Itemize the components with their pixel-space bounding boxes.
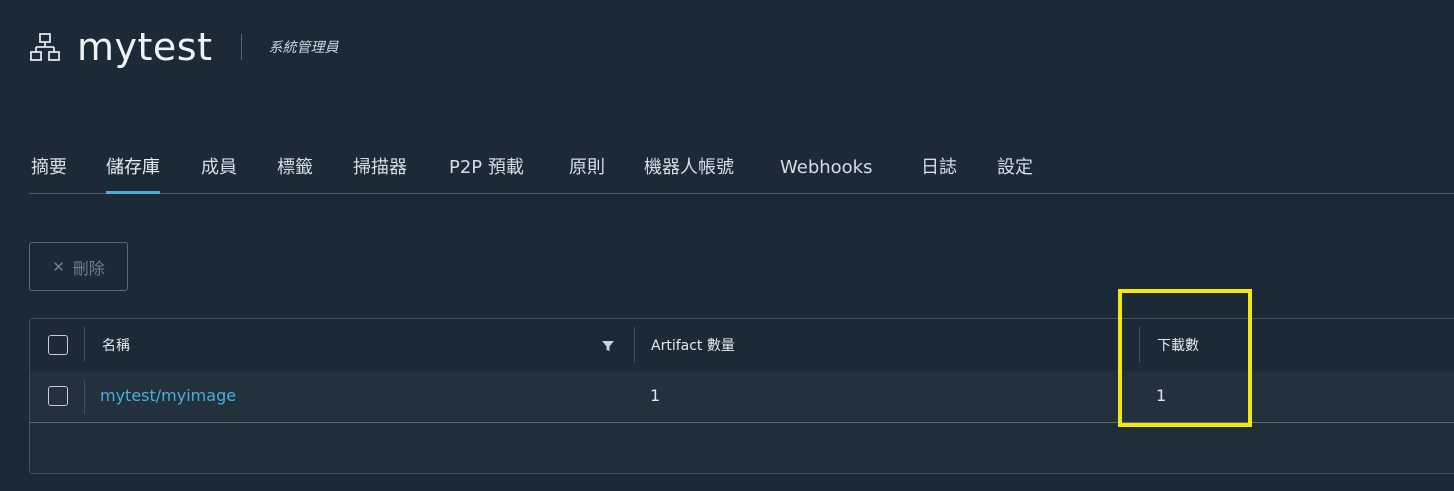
filter-icon[interactable] (601, 339, 615, 353)
row-select-checkbox[interactable] (48, 386, 68, 406)
delete-button-label: 刪除 (72, 258, 105, 278)
project-repositories-page: mytest 系統管理員 摘要 儲存庫 成員 標籤 掃描器 P2P 預載 原則 … (0, 0, 1454, 491)
tab-summary[interactable]: 摘要 (31, 150, 67, 193)
project-hierarchy-icon (29, 31, 61, 63)
column-header-downloads[interactable]: 下載數 (1157, 335, 1199, 355)
header-divider (241, 34, 243, 60)
tab-repositories[interactable]: 儲存庫 (106, 150, 160, 194)
tab-labels[interactable]: 標籤 (277, 150, 313, 193)
project-title: mytest (77, 25, 213, 69)
delete-button[interactable]: ✕ 刪除 (29, 242, 128, 291)
select-all-checkbox[interactable] (48, 335, 68, 355)
tab-scanner[interactable]: 掃描器 (353, 150, 407, 193)
artifact-count-value: 1 (650, 386, 661, 405)
repositories-datagrid: 名稱 Artifact 數量 下載數 mytest/myimage 1 1 (29, 318, 1454, 474)
column-header-name[interactable]: 名稱 (102, 335, 130, 355)
tab-settings[interactable]: 設定 (997, 150, 1033, 193)
column-header-artifact-count[interactable]: Artifact 數量 (651, 335, 735, 355)
download-count-value: 1 (1156, 386, 1167, 405)
column-divider (84, 327, 85, 361)
role-label: 系統管理員 (268, 40, 339, 56)
column-divider (84, 380, 85, 414)
tab-members[interactable]: 成員 (201, 150, 237, 193)
tab-webhooks[interactable]: Webhooks (780, 150, 872, 193)
repository-name-link[interactable]: mytest/myimage (100, 386, 236, 405)
project-header: mytest 系統管理員 (29, 22, 338, 72)
tab-policy[interactable]: 原則 (569, 150, 605, 193)
tab-robot-accounts[interactable]: 機器人帳號 (644, 150, 734, 193)
tab-logs[interactable]: 日誌 (921, 150, 957, 193)
tab-p2p-preheat[interactable]: P2P 預載 (449, 150, 524, 193)
close-icon: ✕ (52, 257, 65, 276)
project-tabs: 摘要 儲存庫 成員 標籤 掃描器 P2P 預載 原則 機器人帳號 Webhook… (29, 150, 1454, 194)
column-divider[interactable] (1139, 327, 1140, 363)
datagrid-header: 名稱 Artifact 數量 下載數 (30, 319, 1454, 372)
table-row: mytest/myimage 1 1 (30, 371, 1454, 423)
column-divider[interactable] (634, 327, 635, 363)
